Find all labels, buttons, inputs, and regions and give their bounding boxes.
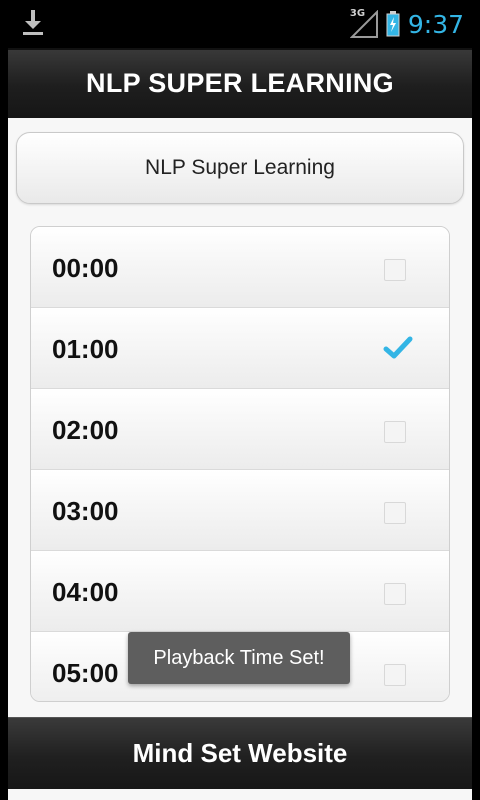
signal-icon: 3G xyxy=(349,8,378,38)
time-checkbox[interactable] xyxy=(384,583,406,605)
nlp-super-learning-button[interactable]: NLP Super Learning xyxy=(16,132,464,204)
time-checkbox[interactable] xyxy=(383,336,413,362)
time-row-04[interactable]: 04:00 xyxy=(31,551,449,632)
time-row-02[interactable]: 02:00 xyxy=(31,389,449,470)
app-screen: NLP SUPER LEARNING NLP Super Learning 00… xyxy=(8,48,472,800)
network-type-label: 3G xyxy=(349,8,366,19)
status-clock: 9:37 xyxy=(407,9,464,39)
playback-time-list: 00:00 01:00 02:00 03:00 04:00 05:00 xyxy=(30,226,450,702)
download-icon xyxy=(22,10,44,38)
time-label: 05:00 xyxy=(52,658,119,688)
time-row-00[interactable]: 00:00 xyxy=(31,227,449,308)
time-label: 04:00 xyxy=(52,577,119,607)
time-checkbox[interactable] xyxy=(384,502,406,524)
time-label: 02:00 xyxy=(52,415,119,445)
time-checkbox[interactable] xyxy=(384,421,406,443)
toast-text: Playback Time Set! xyxy=(153,646,325,669)
toast-message: Playback Time Set! xyxy=(128,632,350,684)
time-checkbox[interactable] xyxy=(384,664,406,686)
status-bar: 3G 9:37 xyxy=(0,0,480,48)
mind-set-website-button-label: Mind Set Website xyxy=(132,738,348,768)
time-checkbox[interactable] xyxy=(384,259,406,281)
time-label: 03:00 xyxy=(52,496,119,526)
checkmark-icon xyxy=(383,336,413,359)
nlp-super-learning-button-label: NLP Super Learning xyxy=(145,156,335,179)
app-title: NLP SUPER LEARNING xyxy=(86,67,394,98)
app-title-bar: NLP SUPER LEARNING xyxy=(8,48,472,118)
time-label: 01:00 xyxy=(52,334,119,364)
battery-icon xyxy=(386,11,400,37)
mind-set-website-button[interactable]: Mind Set Website xyxy=(8,717,472,789)
time-label: 00:00 xyxy=(52,253,119,283)
time-row-03[interactable]: 03:00 xyxy=(31,470,449,551)
time-row-01[interactable]: 01:00 xyxy=(31,308,449,389)
